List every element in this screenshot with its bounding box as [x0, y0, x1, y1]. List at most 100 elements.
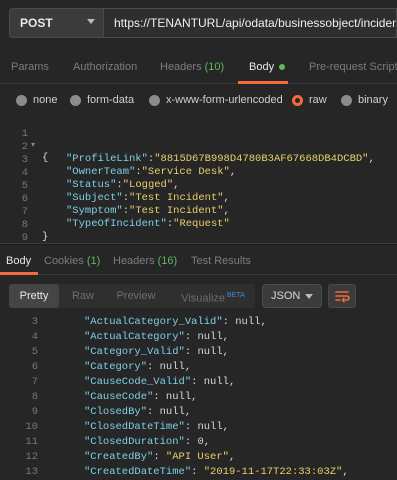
- format-label: JSON: [271, 290, 301, 302]
- view-mode-group: Pretty Raw Preview Visualize BETA: [9, 284, 255, 308]
- line-number: 3: [31, 316, 38, 328]
- tab-body[interactable]: Body: [249, 61, 286, 73]
- line-number: 11: [25, 436, 38, 448]
- radio-circle-icon: [341, 94, 352, 106]
- radio-binary[interactable]: binary: [341, 94, 388, 106]
- radio-raw[interactable]: raw: [292, 94, 327, 106]
- json-key: "Category_Valid": [84, 346, 185, 358]
- line-number: 7: [31, 376, 38, 388]
- radio-form-data-label: form-data: [87, 94, 135, 106]
- radio-urlencoded-label: x-www-form-urlencoded: [166, 94, 283, 106]
- tab-params[interactable]: Params: [11, 61, 49, 73]
- method-label: POST: [20, 16, 53, 30]
- line-number: 6: [31, 361, 38, 373]
- editor-line: 8 }: [0, 207, 397, 243]
- json-value: null: [159, 406, 185, 418]
- cookies-count: (1): [86, 255, 101, 267]
- response-tab-test-results[interactable]: Test Results: [191, 255, 251, 267]
- radio-binary-label: binary: [358, 94, 388, 106]
- request-bar: POST https://TENANTURL/api/odata/busines…: [0, 0, 397, 45]
- json-key: "CreatedDateTime": [84, 466, 192, 478]
- json-key: "Category": [84, 361, 148, 373]
- json-value: null: [197, 331, 223, 343]
- json-value: null: [197, 346, 223, 358]
- json-value: null: [203, 376, 229, 388]
- json-value: null: [197, 421, 223, 433]
- json-value: "2019-11-17T22:33:03Z": [203, 466, 343, 478]
- json-key: "ActualCategory": [84, 331, 185, 343]
- active-tab-underline: [238, 81, 288, 84]
- method-select[interactable]: POST: [9, 8, 104, 38]
- response-line: 6 "Category": null,: [0, 361, 397, 374]
- editor-line: 4 "Status":"Logged",: [0, 155, 397, 191]
- response-line: 10 "ClosedDateTime": null,: [0, 421, 397, 434]
- json-key: "CreatedBy": [84, 451, 154, 463]
- line-number: 5: [31, 346, 38, 358]
- line-number: 4: [31, 331, 38, 343]
- editor-line: 10: [0, 233, 397, 240]
- tab-authorization[interactable]: Authorization: [73, 61, 137, 73]
- response-tab-body[interactable]: Body: [6, 255, 31, 267]
- response-body[interactable]: 3 "ActualCategory_Valid": null, 4 "ActualC…: [0, 314, 397, 480]
- editor-line: 7 "TypeOfIncident":"Request": [0, 194, 397, 230]
- json-value: null: [235, 316, 261, 328]
- wrap-lines-icon: [335, 291, 350, 303]
- line-number: 10: [25, 421, 38, 433]
- view-preview-button[interactable]: Preview: [109, 284, 163, 308]
- response-headers-label: Headers: [113, 255, 155, 267]
- request-body-editor[interactable]: 1 ▾ { 2 "ProfileLink":"8815D67B998D4780B…: [0, 114, 397, 244]
- editor-line: 5 "Subject":"Test Incident",: [0, 168, 397, 204]
- response-headers-count: (16): [157, 255, 178, 267]
- response-line: 5 "Category_Valid": null,: [0, 346, 397, 359]
- json-key: "ClosedBy": [84, 406, 148, 418]
- response-toolbar: Pretty Raw Preview Visualize BETA JSON: [0, 281, 397, 311]
- radio-none[interactable]: none: [16, 94, 57, 106]
- response-tabs: Body Cookies (1) Headers (16) Test Resul…: [0, 247, 397, 275]
- editor-line: 6 "Symptom":"Test Incident",: [0, 181, 397, 217]
- response-line: 4 "ActualCategory": null,: [0, 331, 397, 344]
- line-number: 12: [25, 451, 38, 463]
- editor-line: 9: [0, 220, 397, 244]
- tab-headers[interactable]: Headers (10): [160, 61, 224, 73]
- editor-line: 1 ▾ {: [0, 116, 397, 164]
- json-value: "API User": [165, 451, 229, 463]
- line-number: 13: [25, 466, 38, 478]
- response-line: 3 "ActualCategory_Valid": null,: [0, 316, 397, 329]
- editor-line: 3 "OwnerTeam":"Service Desk",: [0, 142, 397, 178]
- response-tab-headers[interactable]: Headers (16): [113, 255, 177, 267]
- json-value: null: [165, 391, 192, 403]
- line-number: 8: [31, 391, 38, 403]
- json-key: "CauseCode_Valid": [84, 376, 192, 388]
- response-line: 7 "CauseCode_Valid": null,: [0, 376, 397, 389]
- chevron-down-icon: [87, 19, 95, 24]
- url-input[interactable]: https://TENANTURL/api/odata/businessobje…: [104, 8, 397, 38]
- view-pretty-button[interactable]: Pretty: [9, 284, 59, 308]
- body-indicator-dot: [279, 64, 286, 71]
- view-visualize-button[interactable]: Visualize BETA: [171, 284, 255, 308]
- json-key: "ActualCategory_Valid": [84, 316, 223, 328]
- chevron-down-icon: [305, 294, 313, 299]
- radio-urlencoded[interactable]: x-www-form-urlencoded: [149, 94, 283, 106]
- tab-body-label: Body: [249, 61, 275, 73]
- format-select[interactable]: JSON: [262, 284, 322, 308]
- response-line: 12 "CreatedBy": "API User",: [0, 451, 397, 464]
- view-raw-button[interactable]: Raw: [63, 284, 103, 308]
- json-value: null: [159, 361, 185, 373]
- wrap-lines-button[interactable]: [328, 284, 356, 308]
- tab-headers-label: Headers: [160, 61, 202, 73]
- radio-form-data[interactable]: form-data: [70, 94, 134, 106]
- cookies-label: Cookies: [44, 255, 84, 267]
- response-tab-cookies[interactable]: Cookies (1): [44, 255, 100, 267]
- pane-divider[interactable]: [0, 243, 397, 245]
- headers-count: (10): [204, 61, 225, 73]
- response-line: 8 "CauseCode": null,: [0, 391, 397, 404]
- json-key: "CauseCode": [84, 391, 154, 403]
- radio-none-label: none: [33, 94, 58, 106]
- json-key: "ClosedDateTime": [84, 421, 185, 433]
- tab-prerequest-script[interactable]: Pre-request Script: [309, 61, 397, 73]
- beta-badge: BETA: [227, 292, 245, 299]
- response-line: 9 "ClosedBy": null,: [0, 406, 397, 419]
- response-line: 13 "CreatedDateTime": "2019-11-17T22:33:0…: [0, 466, 397, 479]
- radio-circle-icon: [70, 94, 81, 106]
- body-type-selector: none form-data x-www-form-urlencoded raw…: [0, 90, 397, 112]
